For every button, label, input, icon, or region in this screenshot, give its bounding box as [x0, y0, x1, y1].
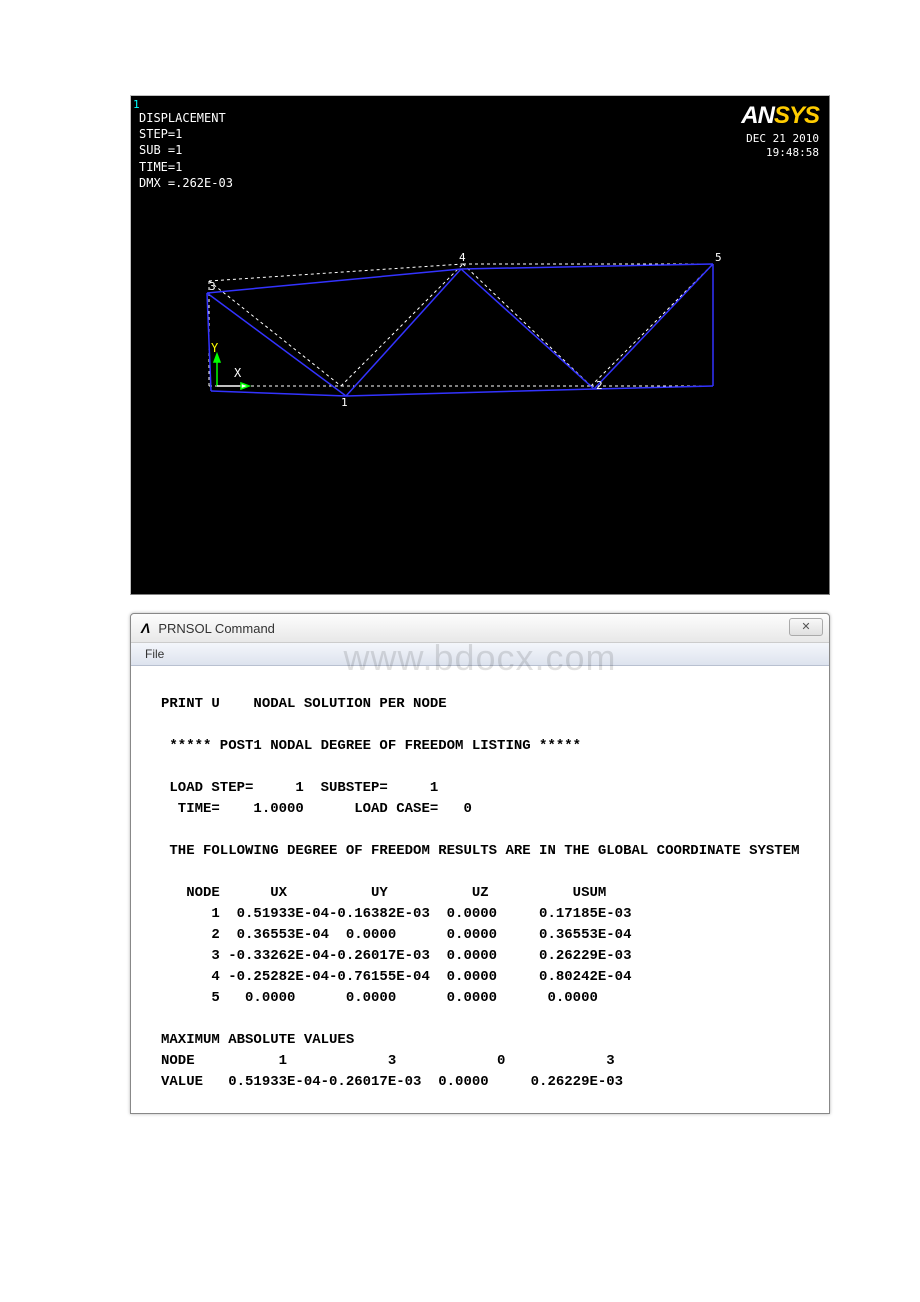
node-label-4: 4 — [459, 251, 466, 264]
node-label-5: 5 — [715, 251, 722, 264]
close-button[interactable]: ✕ — [789, 618, 823, 636]
axis-y-label: Y — [211, 341, 218, 355]
node-label-2: 2 — [596, 379, 603, 392]
line-3: LOAD STEP= 1 SUBSTEP= 1 — [161, 780, 438, 796]
line-1: PRINT U NODAL SOLUTION PER NODE — [161, 696, 447, 712]
prnsol-window: Λ PRNSOL Command ✕ File www.bdocx.com PR… — [130, 613, 830, 1114]
line-8: 2 0.36553E-04 0.0000 0.0000 0.36553E-04 — [161, 927, 631, 943]
line-10: 4 -0.25282E-04-0.76155E-04 0.0000 0.8024… — [161, 969, 631, 985]
axis-x-label: X — [234, 366, 241, 380]
graphics-viewport: 1 DISPLACEMENT STEP=1 SUB =1 TIME=1 DMX … — [130, 95, 830, 595]
node-label-1: 1 — [341, 396, 348, 409]
menubar: File www.bdocx.com — [131, 643, 829, 666]
line-2: ***** POST1 NODAL DEGREE OF FREEDOM LIST… — [161, 738, 581, 754]
line-7: 1 0.51933E-04-0.16382E-03 0.0000 0.17185… — [161, 906, 631, 922]
console-output: PRINT U NODAL SOLUTION PER NODE ***** PO… — [131, 666, 829, 1113]
line-5: THE FOLLOWING DEGREE OF FREEDOM RESULTS … — [161, 843, 800, 859]
line-13: NODE 1 3 0 3 — [161, 1053, 615, 1069]
truss-plot — [131, 96, 830, 595]
node-label-3: 3 — [209, 280, 216, 293]
line-9: 3 -0.33262E-04-0.26017E-03 0.0000 0.2622… — [161, 948, 631, 964]
line-6: NODE UX UY UZ USUM — [161, 885, 606, 901]
window-title: PRNSOL Command — [158, 621, 275, 636]
line-4: TIME= 1.0000 LOAD CASE= 0 — [161, 801, 472, 817]
line-12: MAXIMUM ABSOLUTE VALUES — [161, 1032, 354, 1048]
menu-file[interactable]: File — [137, 645, 172, 663]
line-14: VALUE 0.51933E-04-0.26017E-03 0.0000 0.2… — [161, 1074, 623, 1090]
titlebar[interactable]: Λ PRNSOL Command ✕ — [131, 614, 829, 643]
line-11: 5 0.0000 0.0000 0.0000 0.0000 — [161, 990, 598, 1006]
ansys-icon: Λ — [141, 620, 150, 636]
